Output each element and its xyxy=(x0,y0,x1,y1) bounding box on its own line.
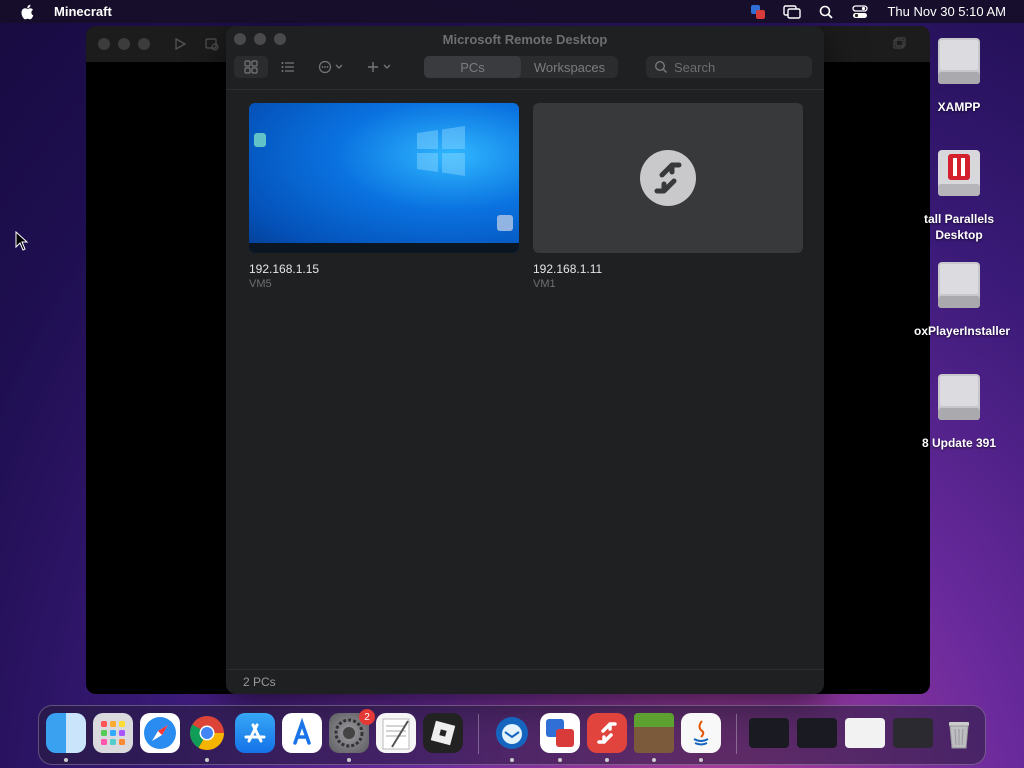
running-indicator xyxy=(510,758,514,762)
parallels-installer-icon xyxy=(938,150,980,196)
list-icon xyxy=(281,62,294,72)
bg-zoom-button[interactable] xyxy=(138,38,150,50)
running-indicator xyxy=(652,758,656,762)
desktop-icon-update[interactable]: 8 Update 391 xyxy=(914,372,1004,451)
drive-icon xyxy=(938,262,980,308)
thunderbird-icon[interactable] xyxy=(492,713,532,753)
running-indicator xyxy=(205,758,209,762)
microsoft-remote-desktop-icon[interactable] xyxy=(587,713,627,753)
toolbar: PCs Workspaces xyxy=(226,53,824,83)
chrome-icon[interactable] xyxy=(187,713,227,753)
pc-name: 192.168.1.11 xyxy=(533,262,603,276)
pc-thumbnail-windows-desktop[interactable] xyxy=(249,103,519,253)
menu-bar: Minecraft Thu Nov 30 5:10 AM xyxy=(0,0,1024,23)
tab-workspaces[interactable]: Workspaces xyxy=(521,56,618,78)
running-indicator xyxy=(558,758,562,762)
textedit-icon[interactable] xyxy=(376,713,416,753)
xcode-instruments-icon[interactable] xyxy=(282,713,322,753)
dock: 2 xyxy=(38,705,986,765)
minimized-window-4[interactable] xyxy=(893,718,933,748)
minimized-window-3[interactable] xyxy=(845,718,885,748)
status-bar: 2 PCs xyxy=(226,669,824,694)
pc-friendly-name: VM1 xyxy=(533,278,556,290)
view-segmented-control: PCs Workspaces xyxy=(424,56,618,78)
desktop-icon-label: 8 Update 391 xyxy=(921,436,997,450)
roblox-icon[interactable] xyxy=(423,713,463,753)
pc-tile[interactable]: 192.168.1.15 VM5 xyxy=(249,103,519,290)
drive-icon xyxy=(938,374,980,420)
pc-thumbnail-placeholder[interactable] xyxy=(533,103,803,253)
drive-icon xyxy=(938,38,980,84)
toolbar-divider xyxy=(226,89,824,90)
trash-icon[interactable] xyxy=(939,713,979,753)
desktop-icon-label: tall Parallels Desktop xyxy=(923,212,995,242)
search-field[interactable] xyxy=(646,56,812,78)
desktop-icon-label: oxPlayerInstaller xyxy=(914,324,1011,338)
mouse-cursor-icon xyxy=(15,231,29,251)
more-options-button[interactable] xyxy=(314,56,350,78)
bg-minimize-button[interactable] xyxy=(118,38,130,50)
remote-desktop-window: Microsoft Remote Desktop PCs Workspaces xyxy=(226,26,824,694)
pc-count: 2 PCs xyxy=(243,675,276,689)
running-indicator xyxy=(347,758,351,762)
ellipsis-chevron-icon xyxy=(318,60,343,74)
screen-mirroring-icon[interactable] xyxy=(783,4,802,20)
edge-desktop-icon xyxy=(254,133,266,147)
desktop-icon-xampp[interactable]: XAMPP xyxy=(914,36,1004,115)
tab-pcs[interactable]: PCs xyxy=(424,56,521,78)
bg-close-button[interactable] xyxy=(98,38,110,50)
finder-icon[interactable] xyxy=(46,713,86,753)
windows-logo-icon xyxy=(417,126,465,176)
minecraft-icon[interactable] xyxy=(634,713,674,753)
search-icon xyxy=(654,60,668,74)
desktop-icon-parallels[interactable]: tall Parallels Desktop xyxy=(914,148,1004,243)
system-settings-icon[interactable]: 2 xyxy=(329,709,375,753)
dock-separator xyxy=(478,714,479,754)
window-titlebar: Microsoft Remote Desktop xyxy=(226,26,824,52)
java-icon[interactable] xyxy=(681,713,721,753)
pc-tile[interactable]: 192.168.1.11 VM1 xyxy=(533,103,803,290)
launchpad-icon[interactable] xyxy=(93,713,133,753)
plus-chevron-icon xyxy=(368,62,391,72)
recycle-bin-desktop-icon xyxy=(497,215,513,231)
dock-separator xyxy=(736,714,737,754)
remote-desktop-placeholder-icon xyxy=(640,150,696,206)
app-store-icon[interactable] xyxy=(235,713,275,753)
apple-logo-icon[interactable] xyxy=(20,4,34,20)
spotlight-search-icon[interactable] xyxy=(817,4,835,20)
running-indicator xyxy=(699,758,703,762)
grid-icon xyxy=(244,60,258,74)
control-center-icon[interactable] xyxy=(851,4,869,20)
windows-taskbar xyxy=(249,243,519,253)
notification-badge: 2 xyxy=(359,709,375,725)
add-button[interactable] xyxy=(362,56,398,78)
remote-desktop-connection-icon[interactable] xyxy=(540,713,580,753)
pc-friendly-name: VM5 xyxy=(249,278,272,290)
search-input[interactable] xyxy=(672,58,806,76)
play-icon[interactable] xyxy=(173,37,187,51)
window-title: Microsoft Remote Desktop xyxy=(442,32,608,47)
running-indicator xyxy=(605,758,609,762)
minimized-window-2[interactable] xyxy=(797,718,837,748)
menubar-clock[interactable]: Thu Nov 30 5:10 AM xyxy=(887,4,1006,19)
safari-icon[interactable] xyxy=(140,713,180,753)
list-view-button[interactable] xyxy=(274,56,302,78)
vm-settings-icon[interactable] xyxy=(205,37,219,51)
desktop-icon-label: XAMPP xyxy=(937,100,981,114)
grid-view-button[interactable] xyxy=(234,56,268,78)
remote-desktop-menubar-icon[interactable] xyxy=(749,4,767,20)
active-app-name[interactable]: Minecraft xyxy=(54,4,112,19)
minimized-window-1[interactable] xyxy=(749,718,789,748)
running-indicator xyxy=(64,758,68,762)
desktop-icon-oxplayer[interactable]: oxPlayerInstaller xyxy=(914,260,1011,339)
pc-name: 192.168.1.15 xyxy=(249,262,320,276)
window-fullscreen-icon[interactable] xyxy=(892,37,906,51)
